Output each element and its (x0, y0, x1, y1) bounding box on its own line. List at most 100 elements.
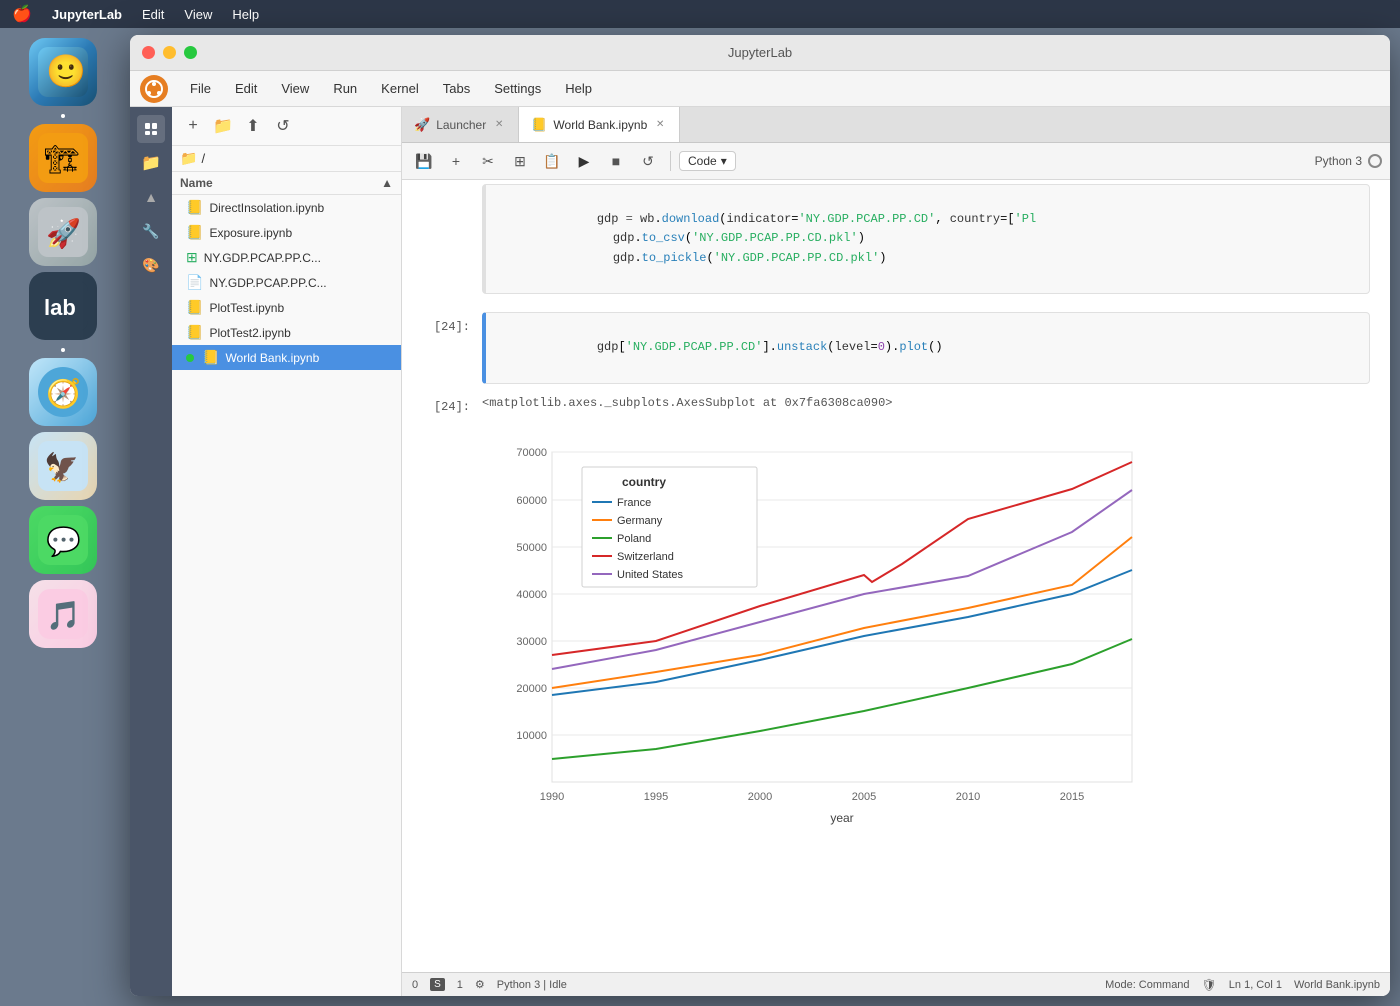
worldbank-tab-close[interactable]: ✕ (653, 118, 667, 132)
menu-edit[interactable]: Edit (225, 77, 267, 100)
cut-btn[interactable]: ✂ (474, 147, 502, 175)
cell-type-selector[interactable]: Code ▾ (679, 151, 736, 171)
svg-text:50000: 50000 (516, 542, 547, 554)
cell-prompt-24: [24]: (402, 312, 482, 384)
add-cell-btn[interactable]: + (442, 147, 470, 175)
dock-lab[interactable]: lab (29, 272, 97, 340)
file-item[interactable]: 📒 PlotTest.ipynb (172, 295, 401, 320)
window-controls (142, 46, 197, 59)
sidebar-search-icon[interactable]: 📁 (137, 149, 165, 177)
dock-eagle[interactable]: 🦅 (29, 432, 97, 500)
sidebar-commands-icon[interactable]: 🔧 (137, 217, 165, 245)
output-content-24: <matplotlib.axes._subplots.AxesSubplot a… (482, 392, 1390, 414)
menubar-view[interactable]: View (184, 7, 212, 22)
sidebar-files-icon[interactable] (137, 115, 165, 143)
save-btn[interactable]: 💾 (410, 147, 438, 175)
dock-safari[interactable]: 🧭 (29, 358, 97, 426)
svg-text:🧭: 🧭 (46, 377, 81, 410)
copy-btn[interactable]: ⊞ (506, 147, 534, 175)
paste-btn[interactable]: 📋 (538, 147, 566, 175)
tab-launcher[interactable]: 🚀 Launcher ✕ (402, 107, 519, 142)
cell-type-chevron: ▾ (721, 154, 727, 168)
svg-text:1990: 1990 (540, 791, 564, 803)
dock-music[interactable]: 🎵 (29, 580, 97, 648)
file-item[interactable]: 📒 Exposure.ipynb (172, 220, 401, 245)
maximize-button[interactable] (184, 46, 197, 59)
refresh-btn[interactable]: ↺ (270, 113, 296, 139)
filename: NY.GDP.PCAP.PP.C... (204, 251, 321, 265)
svg-text:30000: 30000 (516, 636, 547, 648)
menu-run[interactable]: Run (323, 77, 367, 100)
filename: PlotTest.ipynb (209, 301, 284, 315)
svg-text:🙂: 🙂 (46, 53, 86, 89)
tab-worldbank[interactable]: 📒 World Bank.ipynb ✕ (519, 107, 680, 142)
file-item[interactable]: ⊞ NY.GDP.PCAP.PP.C... (172, 245, 401, 270)
menubar-edit[interactable]: Edit (142, 7, 164, 22)
new-launcher-btn[interactable]: + (180, 113, 206, 139)
window-title: JupyterLab (728, 45, 792, 60)
menu-help[interactable]: Help (555, 77, 602, 100)
file-browser-toolbar: + 📁 ⬆ ↺ (172, 107, 401, 146)
svg-text:lab: lab (44, 295, 76, 320)
cell-content-24[interactable]: gdp['NY.GDP.PCAP.PP.CD'].unstack(level=0… (482, 312, 1390, 384)
dock-finder[interactable]: 🙂 (29, 38, 97, 106)
kernel-info: Python 3 (1315, 154, 1382, 168)
window-titlebar: JupyterLab (130, 35, 1390, 71)
new-folder-btn[interactable]: 📁 (210, 113, 236, 139)
cell-type-label: Code (688, 154, 717, 168)
file-item[interactable]: 📄 NY.GDP.PCAP.PP.C... (172, 270, 401, 295)
macos-menubar: 🍎 JupyterLab Edit View Help (0, 0, 1400, 28)
sidebar-tabs-icon[interactable]: 🎨 (137, 251, 165, 279)
menu-view[interactable]: View (271, 77, 319, 100)
dock-forklift[interactable]: 🏗 (29, 124, 97, 192)
menu-file[interactable]: File (180, 77, 221, 100)
upload-btn[interactable]: ⬆ (240, 113, 266, 139)
svg-text:10000: 10000 (516, 730, 547, 742)
menu-kernel[interactable]: Kernel (371, 77, 429, 100)
lab-dot (61, 348, 65, 352)
filename: Exposure.ipynb (209, 226, 292, 240)
svg-text:2000: 2000 (748, 791, 772, 803)
notebook-content[interactable]: gdp = wb.download(indicator='NY.GDP.PCAP… (402, 180, 1390, 972)
file-item[interactable]: 📒 PlotTest2.ipynb (172, 320, 401, 345)
menu-tabs[interactable]: Tabs (433, 77, 480, 100)
output-prompt-24: [24]: (402, 392, 482, 414)
dock-rocket[interactable]: 🚀 (29, 198, 97, 266)
restart-btn[interactable]: ↺ (634, 147, 662, 175)
status-bar: 0 S 1 ⚙ Python 3 | Idle Mode: Command 🛡 … (402, 972, 1390, 996)
svg-text:40000: 40000 (516, 589, 547, 601)
notebook-area: 🚀 Launcher ✕ 📒 World Bank.ipynb ✕ 💾 + ✂ … (402, 107, 1390, 996)
status-right: Mode: Command 🛡 Ln 1, Col 1 World Bank.i… (1105, 978, 1380, 992)
launcher-tab-close[interactable]: ✕ (492, 118, 506, 132)
stop-btn[interactable]: ■ (602, 147, 630, 175)
menu-settings[interactable]: Settings (484, 77, 551, 100)
code-block-partial[interactable]: gdp = wb.download(indicator='NY.GDP.PCAP… (482, 184, 1370, 294)
cell-prompt-empty (402, 184, 482, 294)
minimize-button[interactable] (163, 46, 176, 59)
apple-icon[interactable]: 🍎 (12, 4, 32, 24)
run-btn[interactable]: ▶ (570, 147, 598, 175)
legend-us: United States (617, 569, 684, 581)
name-header: Name (180, 176, 213, 190)
kernel-status: Python 3 | Idle (497, 979, 567, 991)
file-path[interactable]: 📁 / (172, 146, 401, 172)
sort-icon[interactable]: ▲ (381, 176, 393, 190)
cell-content-partial[interactable]: gdp = wb.download(indicator='NY.GDP.PCAP… (482, 184, 1390, 294)
status-item-s: S (430, 978, 445, 991)
sidebar-run-icon[interactable]: ▲ (137, 183, 165, 211)
status-position: Ln 1, Col 1 (1229, 979, 1282, 991)
finder-dot (61, 114, 65, 118)
svg-text:2015: 2015 (1060, 791, 1084, 803)
close-button[interactable] (142, 46, 155, 59)
status-item-1: 1 (457, 979, 463, 991)
file-item[interactable]: 📒 DirectInsolation.ipynb (172, 195, 401, 220)
jupyter-logo (140, 75, 168, 103)
file-item-active[interactable]: 📒 World Bank.ipynb (172, 345, 401, 370)
dock-messages[interactable]: 💬 (29, 506, 97, 574)
menubar-help[interactable]: Help (232, 7, 259, 22)
code-block-24[interactable]: gdp['NY.GDP.PCAP.PP.CD'].unstack(level=0… (482, 312, 1370, 384)
file-list: 📒 DirectInsolation.ipynb 📒 Exposure.ipyn… (172, 195, 401, 996)
kernel-status-circle (1368, 154, 1382, 168)
worldbank-tab-label: World Bank.ipynb (553, 118, 647, 132)
svg-text:60000: 60000 (516, 495, 547, 507)
